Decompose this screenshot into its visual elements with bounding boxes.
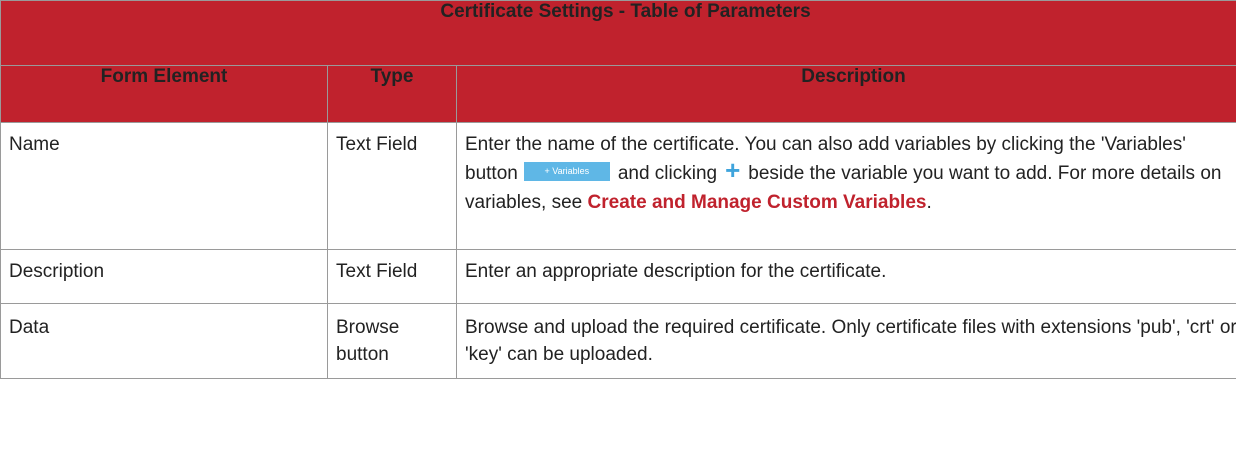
header-description: Description xyxy=(455,65,1236,123)
cell-type: Text Field xyxy=(327,122,457,250)
cell-type: Text Field xyxy=(327,249,457,304)
element-name: Description xyxy=(9,261,105,282)
type-name: Browse button xyxy=(336,317,400,365)
description-name: Enter the name of the certificate. You c… xyxy=(457,123,1236,225)
description-text: and clicking xyxy=(617,163,718,184)
type-name: Text Field xyxy=(336,261,418,282)
plus-icon: + xyxy=(725,154,741,185)
table-title: Certificate Settings - Table of Paramete… xyxy=(0,0,1236,66)
table-title-row: Certificate Settings - Table of Paramete… xyxy=(0,0,1236,66)
cell-description: Enter an appropriate description for the… xyxy=(455,249,1236,304)
cell-description: Enter the name of the certificate. You c… xyxy=(455,122,1236,250)
page: Certificate Settings - Table of Paramete… xyxy=(0,0,1236,455)
type-name: Text Field xyxy=(336,134,418,155)
cell-element: Name xyxy=(0,122,328,250)
description-text: Browse and upload the required certifica… xyxy=(465,317,1236,365)
table-row: Data Browse button Browse and upload the… xyxy=(0,303,1236,379)
cell-element: Data xyxy=(0,303,328,379)
element-name: Data xyxy=(9,317,50,338)
table-header-row: Form Element Type Description xyxy=(0,65,1236,123)
table-row: Name Text Field Enter the name of the ce… xyxy=(0,122,1236,250)
element-name: Name xyxy=(9,134,60,155)
header-type: Type xyxy=(327,65,457,123)
header-form-element: Form Element xyxy=(0,65,328,123)
description-text: Enter an appropriate description for the… xyxy=(465,261,887,282)
cell-element: Description xyxy=(0,249,328,304)
cell-type: Browse button xyxy=(327,303,457,379)
description-end: . xyxy=(926,192,932,213)
table-row: Description Text Field Enter an appropri… xyxy=(0,249,1236,304)
custom-variables-link[interactable]: Create and Manage Custom Variables xyxy=(588,192,927,213)
parameters-table: Certificate Settings - Table of Paramete… xyxy=(0,0,1236,379)
cell-description: Browse and upload the required certifica… xyxy=(455,303,1236,379)
variables-button: + Variables xyxy=(523,162,610,182)
